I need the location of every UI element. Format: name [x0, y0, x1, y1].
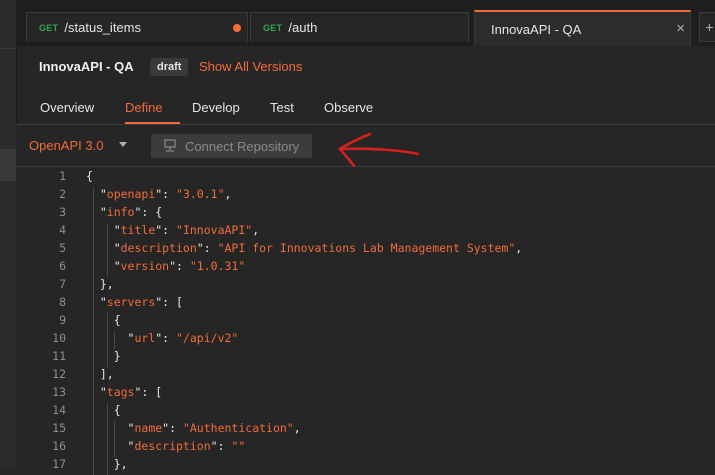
code-line: { — [86, 403, 121, 417]
code-line: "description": "API for Innovations Lab … — [86, 241, 523, 255]
connect-repository-button[interactable]: Connect Repository — [151, 134, 312, 158]
line-number: 2 — [59, 187, 66, 201]
indent-guide — [114, 331, 115, 349]
indent-guide — [107, 223, 108, 277]
code-line: "openapi": "3.0.1", — [86, 187, 232, 201]
indent-guide — [107, 403, 108, 475]
line-number: 12 — [52, 367, 66, 381]
sidebar-selected-item[interactable] — [0, 149, 16, 181]
indent-guide — [114, 421, 115, 457]
line-number: 15 — [52, 421, 66, 435]
line-number: 13 — [52, 385, 66, 399]
tab-label: /status_items — [64, 20, 141, 35]
line-number: 11 — [52, 349, 66, 363]
tab-overview[interactable]: Overview — [40, 100, 94, 115]
code-line: { — [86, 313, 121, 327]
unsaved-dot-icon — [233, 24, 241, 32]
tab-label: InnovaAPI - QA — [491, 21, 582, 37]
line-number: 10 — [52, 331, 66, 345]
tab-label: /auth — [288, 20, 318, 35]
indent-guide — [93, 187, 94, 475]
sidebar-divider — [0, 48, 16, 49]
line-number: 14 — [52, 403, 66, 417]
line-number: 7 — [59, 277, 66, 291]
close-icon[interactable]: × — [676, 20, 685, 37]
line-number: 9 — [59, 313, 66, 327]
method-label: GET — [39, 22, 59, 33]
draft-badge: draft — [150, 58, 189, 76]
method-label: GET — [263, 22, 283, 33]
line-number: 1 — [59, 169, 66, 183]
tab-auth[interactable]: GET /auth — [250, 12, 469, 42]
line-number: 4 — [59, 223, 66, 237]
code-editor[interactable]: 1 {2 "openapi": "3.0.1", 3 "info": { 4 "tit… — [16, 167, 715, 475]
new-tab-button[interactable]: + — [699, 12, 715, 42]
code-line: }, — [86, 277, 114, 291]
tab-develop[interactable]: Develop — [192, 100, 240, 115]
code-line: } — [86, 349, 121, 363]
line-number: 16 — [52, 439, 66, 453]
tab-status-items[interactable]: GET /status_items — [26, 12, 248, 42]
spec-version-select[interactable]: OpenAPI 3.0 — [29, 138, 103, 153]
code-line: "name": "Authentication", — [86, 421, 301, 435]
code-line: ], — [86, 367, 114, 381]
code-line: "url": "/api/v2" — [86, 331, 239, 345]
active-tab-indicator — [125, 122, 180, 124]
api-title: InnovaAPI - QA — [39, 59, 134, 74]
sidebar-strip — [0, 0, 17, 469]
sub-tabs: Overview Define Develop Test Observe — [16, 92, 715, 125]
code-line: { — [86, 169, 93, 183]
connect-repository-label: Connect Repository — [185, 138, 300, 154]
tab-innovaapi-qa[interactable]: InnovaAPI - QA × — [474, 10, 691, 46]
chevron-down-icon[interactable] — [119, 142, 127, 147]
code-line: "version": "1.0.31" — [86, 259, 246, 273]
line-number: 5 — [59, 241, 66, 255]
code-line: "title": "InnovaAPI", — [86, 223, 260, 237]
tab-test[interactable]: Test — [270, 100, 294, 115]
code-line: "info": { — [86, 205, 163, 219]
line-number: 6 — [59, 259, 66, 273]
code-line: "tags": [ — [86, 385, 163, 399]
repository-icon — [164, 139, 176, 152]
code-line: "description": "" — [86, 439, 246, 453]
indent-guide — [107, 313, 108, 367]
red-arrow-annotation — [338, 132, 420, 168]
tab-observe[interactable]: Observe — [324, 100, 373, 115]
line-number: 8 — [59, 295, 66, 309]
line-number: 3 — [59, 205, 66, 219]
tab-define[interactable]: Define — [125, 100, 163, 115]
show-all-versions-link[interactable]: Show All Versions — [199, 59, 302, 74]
code-line: "servers": [ — [86, 295, 183, 309]
tab-bar: GET /status_items GET /auth InnovaAPI - … — [16, 0, 715, 46]
